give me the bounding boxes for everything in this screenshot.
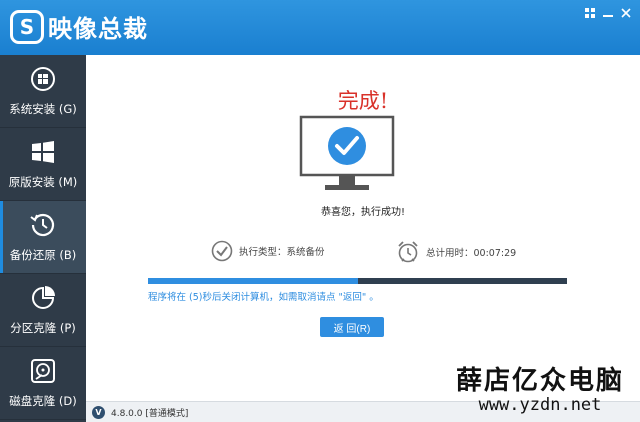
sidebar-item-disk-clone[interactable]: 磁盘克隆 (D) — [0, 347, 86, 420]
sidebar-item-partition-clone[interactable]: 分区克隆 (P) — [0, 274, 86, 347]
back-button[interactable]: 返 回(R) — [320, 317, 384, 337]
version-text: 4.8.0.0 [普通模式] — [111, 408, 189, 419]
progress-bar — [148, 278, 567, 284]
sidebar-item-label: 系统安装 (G) — [9, 102, 77, 116]
monitor-success-icon — [299, 115, 395, 199]
disk-icon — [29, 357, 57, 385]
windows-logo-icon — [29, 65, 57, 93]
alarm-clock-icon — [396, 240, 420, 264]
watermark-url: www.yzdn.net — [478, 395, 602, 415]
version-badge-icon: V — [92, 405, 105, 419]
window-controls — [582, 6, 634, 20]
watermark-cn: 薛店亿众电脑 — [455, 366, 624, 396]
sidebar-item-original-install[interactable]: 原版安装 (M) — [0, 128, 86, 201]
elapsed-info: 总计用时：00:07:29 — [396, 240, 516, 264]
watermark: 薛店亿众电脑 www.yzdn.net — [440, 360, 640, 415]
grid-icon[interactable] — [582, 6, 598, 20]
elapsed-text: 总计用时：00:07:29 — [426, 248, 517, 259]
title-bar: S 映像总裁 — [0, 0, 640, 55]
pie-chart-icon — [29, 284, 57, 312]
countdown-message: 程序将在 (5)秒后关闭计算机，如需取消请点 "返回" 。 — [148, 292, 379, 303]
progress-fill — [148, 278, 358, 284]
sidebar-item-label: 分区克隆 (P) — [10, 321, 76, 335]
completion-title: 完成! — [337, 89, 389, 113]
svg-text:S: S — [20, 16, 34, 38]
exec-type-text: 执行类型：系统备份 — [239, 247, 325, 258]
close-icon[interactable] — [618, 6, 634, 20]
sidebar-item-label: 备份还原 (B) — [9, 248, 77, 262]
minimize-icon[interactable] — [600, 6, 616, 20]
sidebar-item-label: 磁盘克隆 (D) — [9, 394, 77, 408]
check-circle-icon — [211, 240, 233, 262]
sidebar: 系统安装 (G) 原版安装 (M) 备份还原 (B) 分区克隆 (P) 磁盘克隆… — [0, 55, 86, 422]
app-logo: S 映像总裁 — [10, 9, 148, 44]
sidebar-item-label: 原版安装 (M) — [8, 175, 78, 189]
logo-s-icon: S — [10, 9, 44, 44]
sidebar-item-system-install[interactable]: 系统安装 (G) — [0, 55, 86, 128]
sidebar-item-backup-restore[interactable]: 备份还原 (B) — [0, 201, 86, 274]
main-panel: 完成! 恭喜您，执行成功! 执行类型：系统备份 总计用时：00:07:29 程序… — [86, 55, 640, 401]
app-title: 映像总裁 — [48, 15, 148, 43]
restore-clock-icon — [29, 211, 57, 239]
congrats-message: 恭喜您，执行成功! — [320, 207, 405, 218]
windows-tiles-icon — [29, 138, 57, 166]
exec-type-info: 执行类型：系统备份 — [211, 240, 325, 262]
